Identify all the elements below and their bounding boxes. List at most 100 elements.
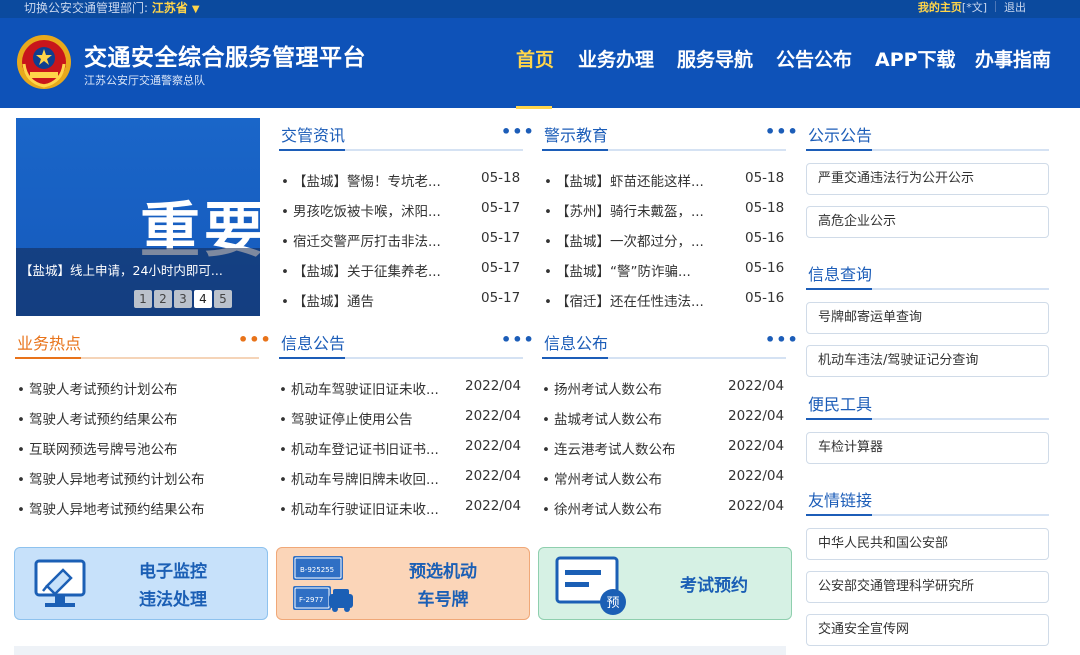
section-title-tools[interactable]: 便民工具 <box>808 391 872 415</box>
list-item[interactable]: • 常州考试人数公布 <box>542 468 662 488</box>
site-title: 交通安全综合服务管理平台 <box>84 45 366 71</box>
caret-down-icon[interactable]: ▼ <box>192 4 200 15</box>
list-item[interactable]: • 机动车驾驶证旧证未收... <box>279 378 439 398</box>
list-item[interactable]: • 【盐城】关于征集养老... <box>281 260 441 280</box>
nav-guide[interactable]: 办事指南 <box>975 45 1051 72</box>
nav-home[interactable]: 首页 <box>516 45 554 72</box>
list-item[interactable]: • 【盐城】虾苗还能这样... <box>544 170 704 190</box>
banner-caption[interactable]: 【盐城】线上申请，24小时内即可... <box>20 260 223 279</box>
link-violation-points-query[interactable]: 机动车违法/驾驶证记分查询 <box>806 345 1049 377</box>
section-accent <box>806 288 872 290</box>
list-item[interactable]: • 驾驶证停止使用公告 <box>279 408 412 428</box>
news-date: 2022/04 <box>465 408 522 424</box>
news-date: 2022/04 <box>728 438 785 454</box>
list-item[interactable]: • 扬州考试人数公布 <box>542 378 662 398</box>
carousel-page-4[interactable]: 4 <box>194 290 212 308</box>
divider <box>995 1 996 12</box>
section-accent <box>279 149 345 151</box>
list-item[interactable]: • 机动车行驶证旧证未收... <box>279 498 439 518</box>
list-item[interactable]: • 【盐城】通告 <box>281 290 374 310</box>
news-date: 2022/04 <box>728 408 785 424</box>
list-item[interactable]: • 驾驶人异地考试预约结果公布 <box>17 498 204 518</box>
list-item[interactable]: • 男孩吃饭被卡喉，沭阳... <box>281 200 441 220</box>
department-switcher[interactable]: 切换公安交通管理部门: 江苏省 ▼ <box>24 0 200 16</box>
link-high-risk-enterprise[interactable]: 高危企业公示 <box>806 206 1049 238</box>
site-subtitle: 江苏公安厅交通警察总队 <box>84 74 205 87</box>
list-item[interactable]: • 驾驶人考试预约结果公布 <box>17 408 177 428</box>
list-item[interactable]: • 【盐城】“警”防诈骗... <box>544 260 691 280</box>
list-item[interactable]: • 【宿迁】还在任性违法... <box>544 290 704 310</box>
language-toggle[interactable]: [*文] <box>962 1 987 14</box>
nav-service-guide[interactable]: 服务导航 <box>677 45 753 72</box>
link-inspection-calculator[interactable]: 车检计算器 <box>806 432 1049 464</box>
news-date: 05-18 <box>745 200 785 216</box>
user-links: 我的主页[*文] 退出 <box>918 0 1026 15</box>
news-date: 2022/04 <box>465 468 522 484</box>
list-item[interactable]: • 驾驶人异地考试预约计划公布 <box>17 468 204 488</box>
news-date: 05-16 <box>745 230 785 246</box>
section-accent <box>806 149 872 151</box>
nav-business[interactable]: 业务办理 <box>578 45 654 72</box>
my-home-link[interactable]: 我的主页 <box>918 1 962 14</box>
more-info-publish[interactable]: ••• <box>765 330 799 349</box>
nav-active-indicator <box>516 106 552 109</box>
news-date: 05-18 <box>481 170 521 186</box>
logout-link[interactable]: 退出 <box>1004 1 1026 14</box>
exam-icon: 预 <box>555 556 626 615</box>
more-info-notice[interactable]: ••• <box>501 330 535 349</box>
list-item[interactable]: • 【盐城】警惕！专坑老... <box>281 170 441 190</box>
carousel-page-3[interactable]: 3 <box>174 290 192 308</box>
list-item[interactable]: • 驾驶人考试预约计划公布 <box>17 378 177 398</box>
section-accent <box>15 357 81 359</box>
link-serious-violation-publicity[interactable]: 严重交通违法行为公开公示 <box>806 163 1049 195</box>
list-item[interactable]: • 宿迁交警严厉打击非法... <box>281 230 441 250</box>
section-accent <box>806 514 872 516</box>
more-traffic-news[interactable]: ••• <box>501 122 535 141</box>
section-title-links[interactable]: 友情链接 <box>808 487 872 511</box>
carousel-page-2[interactable]: 2 <box>154 290 172 308</box>
list-item[interactable]: • 互联网预选号牌号池公布 <box>17 438 177 458</box>
carousel-page-5[interactable]: 5 <box>214 290 232 308</box>
news-date: 05-16 <box>745 260 785 276</box>
section-title-info-notice[interactable]: 信息公告 <box>281 330 345 354</box>
link-plate-mail-tracking[interactable]: 号牌邮寄运单查询 <box>806 302 1049 334</box>
section-title-traffic-news[interactable]: 交管资讯 <box>281 122 345 146</box>
list-item[interactable]: • 盐城考试人数公布 <box>542 408 662 428</box>
police-emblem-icon <box>17 35 71 89</box>
news-date: 2022/04 <box>728 468 785 484</box>
list-item[interactable]: • 【苏州】骑行未戴盔，... <box>544 200 704 220</box>
card-label: 预选机动 车号牌 <box>409 562 477 610</box>
news-date: 2022/04 <box>465 378 522 394</box>
list-item[interactable]: • 徐州考试人数公布 <box>542 498 662 518</box>
section-title-warning-education[interactable]: 警示教育 <box>544 122 608 146</box>
link-ministry-public-security[interactable]: 中华人民共和国公安部 <box>806 528 1049 560</box>
news-date: 2022/04 <box>728 378 785 394</box>
section-title-hot-business[interactable]: 业务热点 <box>17 330 81 354</box>
list-item[interactable]: • 【盐城】一次都过分，... <box>544 230 704 250</box>
card-exam-appointment[interactable]: 预 考试预约 <box>538 547 792 620</box>
link-traffic-safety-publicity[interactable]: 交通安全宣传网 <box>806 614 1049 646</box>
card-select-plate[interactable]: B-925255 F-2977 预选机动 车号牌 <box>276 547 530 620</box>
switch-label: 切换公安交通管理部门: <box>24 1 149 15</box>
card-label: 电子监控 违法处理 <box>139 562 207 610</box>
card-electronic-monitoring[interactable]: 电子监控 违法处理 <box>14 547 268 620</box>
news-date: 2022/04 <box>465 438 522 454</box>
news-date: 05-17 <box>481 290 521 306</box>
carousel-pager: 12345 <box>134 288 234 308</box>
list-item[interactable]: • 机动车登记证书旧证书... <box>279 438 439 458</box>
more-hot-business[interactable]: ••• <box>238 330 272 349</box>
section-title-public-notice[interactable]: 公示公告 <box>808 122 872 146</box>
more-warning-education[interactable]: ••• <box>765 122 799 141</box>
carousel-page-1[interactable]: 1 <box>134 290 152 308</box>
province-name[interactable]: 江苏省 <box>152 1 188 15</box>
nav-announcements[interactable]: 公告公布 <box>776 45 852 72</box>
link-traffic-research-institute[interactable]: 公安部交通管理科学研究所 <box>806 571 1049 603</box>
section-title-info-publish[interactable]: 信息公布 <box>544 330 608 354</box>
list-item[interactable]: • 连云港考试人数公布 <box>542 438 675 458</box>
section-accent <box>542 149 608 151</box>
nav-app-download[interactable]: APP下载 <box>875 45 956 72</box>
list-item[interactable]: • 机动车号牌旧牌未收回... <box>279 468 439 488</box>
section-title-info-query[interactable]: 信息查询 <box>808 261 872 285</box>
banner-carousel[interactable]: 重要 【盐城】线上申请，24小时内即可... 12345 <box>16 118 260 316</box>
card-label: 考试预约 <box>680 576 748 596</box>
